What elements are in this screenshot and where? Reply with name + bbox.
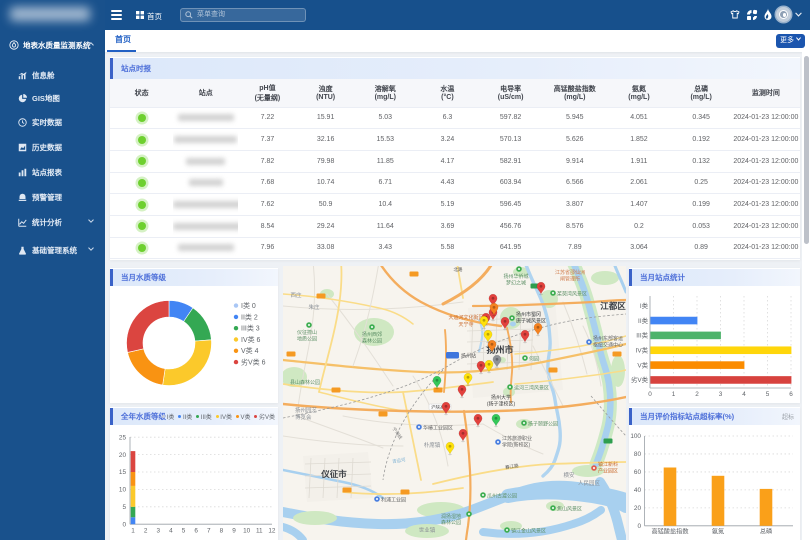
svg-text:世业镇: 世业镇 xyxy=(419,526,436,534)
svg-text:4: 4 xyxy=(169,528,173,535)
svg-text:V类: V类 xyxy=(637,360,648,369)
svg-text:0: 0 xyxy=(648,391,652,398)
svg-text:大运河文化街区: 大运河文化街区 xyxy=(448,314,483,321)
svg-text:3: 3 xyxy=(719,391,723,398)
svg-text:扬州华侨城: 扬州华侨城 xyxy=(503,273,528,280)
svg-text:人民园区: 人民园区 xyxy=(578,480,601,487)
svg-text:8: 8 xyxy=(220,528,224,535)
svg-text:江都区: 江都区 xyxy=(600,301,626,311)
svg-text:闸管理所: 闸管理所 xyxy=(560,276,580,283)
svg-text:II类: II类 xyxy=(638,316,649,325)
svg-text:茱萸湾风景区: 茱萸湾风景区 xyxy=(557,291,587,298)
svg-text:扬州市蜀冈: 扬州市蜀冈 xyxy=(516,311,541,318)
svg-text:扬州站: 扬州站 xyxy=(461,353,476,360)
svg-text:11: 11 xyxy=(256,528,263,535)
svg-text:总磷: 总磷 xyxy=(760,528,772,536)
svg-text:0: 0 xyxy=(122,521,126,528)
svg-text:3: 3 xyxy=(156,528,160,535)
svg-text:IV类 6: IV类 6 xyxy=(241,335,261,344)
svg-text:40: 40 xyxy=(634,487,642,494)
svg-text:江苏旅游职业: 江苏旅游职业 xyxy=(502,435,532,442)
svg-text:6: 6 xyxy=(789,391,793,398)
svg-text:江苏省邵仙洲: 江苏省邵仙洲 xyxy=(555,269,585,276)
svg-text:润扬湿地: 润扬湿地 xyxy=(441,513,461,520)
svg-text:20: 20 xyxy=(634,505,642,512)
svg-text:10: 10 xyxy=(243,528,251,535)
svg-text:9: 9 xyxy=(232,528,236,535)
svg-text:运河三湾风景区: 运河三湾风景区 xyxy=(514,385,549,392)
svg-text:博览会: 博览会 xyxy=(295,413,312,421)
svg-text:森林公园: 森林公园 xyxy=(441,519,461,526)
svg-text:12: 12 xyxy=(268,528,276,535)
svg-text:华椿工业园区: 华椿工业园区 xyxy=(423,425,453,432)
svg-text:朴席镇: 朴席镇 xyxy=(424,441,441,449)
svg-text:地质公园: 地质公园 xyxy=(297,336,317,343)
svg-text:劣V类: 劣V类 xyxy=(631,375,649,384)
svg-text:2: 2 xyxy=(144,528,148,535)
svg-text:吉运河: 吉运河 xyxy=(392,456,407,465)
svg-text:仪征市: 仪征市 xyxy=(320,469,347,479)
svg-text:20: 20 xyxy=(119,452,127,459)
svg-text:宁海线: 宁海线 xyxy=(390,426,404,441)
svg-text:扬州园艺: 扬州园艺 xyxy=(295,406,318,414)
svg-text:5: 5 xyxy=(766,391,770,398)
svg-text:5: 5 xyxy=(182,528,186,535)
svg-text:II类 2: II类 2 xyxy=(241,312,258,321)
svg-text:产业园区: 产业园区 xyxy=(598,468,618,475)
svg-text:100: 100 xyxy=(630,433,641,440)
svg-text:25: 25 xyxy=(119,434,127,441)
svg-text:7: 7 xyxy=(207,528,211,535)
svg-text:III类 3: III类 3 xyxy=(241,324,260,333)
svg-text:县山森林公园: 县山森林公园 xyxy=(290,379,320,386)
svg-text:天宁寺: 天宁寺 xyxy=(458,321,473,328)
svg-text:0: 0 xyxy=(637,523,641,530)
svg-text:III类: III类 xyxy=(636,331,648,340)
svg-text:5: 5 xyxy=(122,504,126,511)
svg-text:6: 6 xyxy=(194,528,198,535)
svg-text:4: 4 xyxy=(742,391,746,398)
svg-text:学院(新校区): 学院(新校区) xyxy=(502,442,531,449)
svg-text:枢纽交通中心: 枢纽交通中心 xyxy=(593,342,623,349)
svg-text:唐子城风景区: 唐子城风景区 xyxy=(516,318,546,325)
svg-text:森林公园: 森林公园 xyxy=(362,338,382,345)
svg-text:利浦工业园: 利浦工业园 xyxy=(381,497,406,504)
svg-text:1: 1 xyxy=(672,391,676,398)
svg-text:扬州东部客运: 扬州东部客运 xyxy=(593,335,623,342)
svg-text:西庄: 西庄 xyxy=(290,291,302,299)
svg-text:10: 10 xyxy=(119,487,127,494)
svg-text:I类 0: I类 0 xyxy=(241,301,256,310)
svg-text:瓜州古渡公园: 瓜州古渡公园 xyxy=(487,493,517,500)
svg-text:朱庄: 朱庄 xyxy=(308,303,320,311)
svg-text:1: 1 xyxy=(131,528,135,535)
svg-text:横安: 横安 xyxy=(563,471,575,479)
svg-text:扬州大学: 扬州大学 xyxy=(491,394,511,401)
svg-text:IV类: IV类 xyxy=(636,345,649,354)
svg-text:V类 4: V类 4 xyxy=(241,346,259,355)
svg-text:I类: I类 xyxy=(640,301,649,310)
svg-text:春江路: 春江路 xyxy=(505,462,520,471)
svg-text:北路: 北路 xyxy=(454,266,463,273)
svg-text:焦山风景区: 焦山风景区 xyxy=(557,506,582,513)
svg-text:仪征捺山: 仪征捺山 xyxy=(297,329,317,336)
svg-text:镇江金山风景区: 镇江金山风景区 xyxy=(511,528,546,535)
svg-text:扬子颐野公园: 扬子颐野公园 xyxy=(528,421,558,428)
svg-text:高锰酸盐指数: 高锰酸盐指数 xyxy=(651,528,689,536)
svg-text:何园: 何园 xyxy=(529,356,539,363)
svg-text:15: 15 xyxy=(119,469,127,476)
svg-text:80: 80 xyxy=(634,451,642,458)
svg-text:镇江新科: 镇江新科 xyxy=(598,461,618,468)
svg-text:(扬子津校区): (扬子津校区) xyxy=(487,401,516,408)
svg-text:梦幻之城: 梦幻之城 xyxy=(506,280,526,287)
svg-text:2: 2 xyxy=(695,391,699,398)
svg-text:氨氮: 氨氮 xyxy=(712,528,724,536)
svg-text:扬州西郊: 扬州西郊 xyxy=(362,331,382,338)
svg-text:劣V类 6: 劣V类 6 xyxy=(241,358,266,367)
svg-text:60: 60 xyxy=(634,469,642,476)
